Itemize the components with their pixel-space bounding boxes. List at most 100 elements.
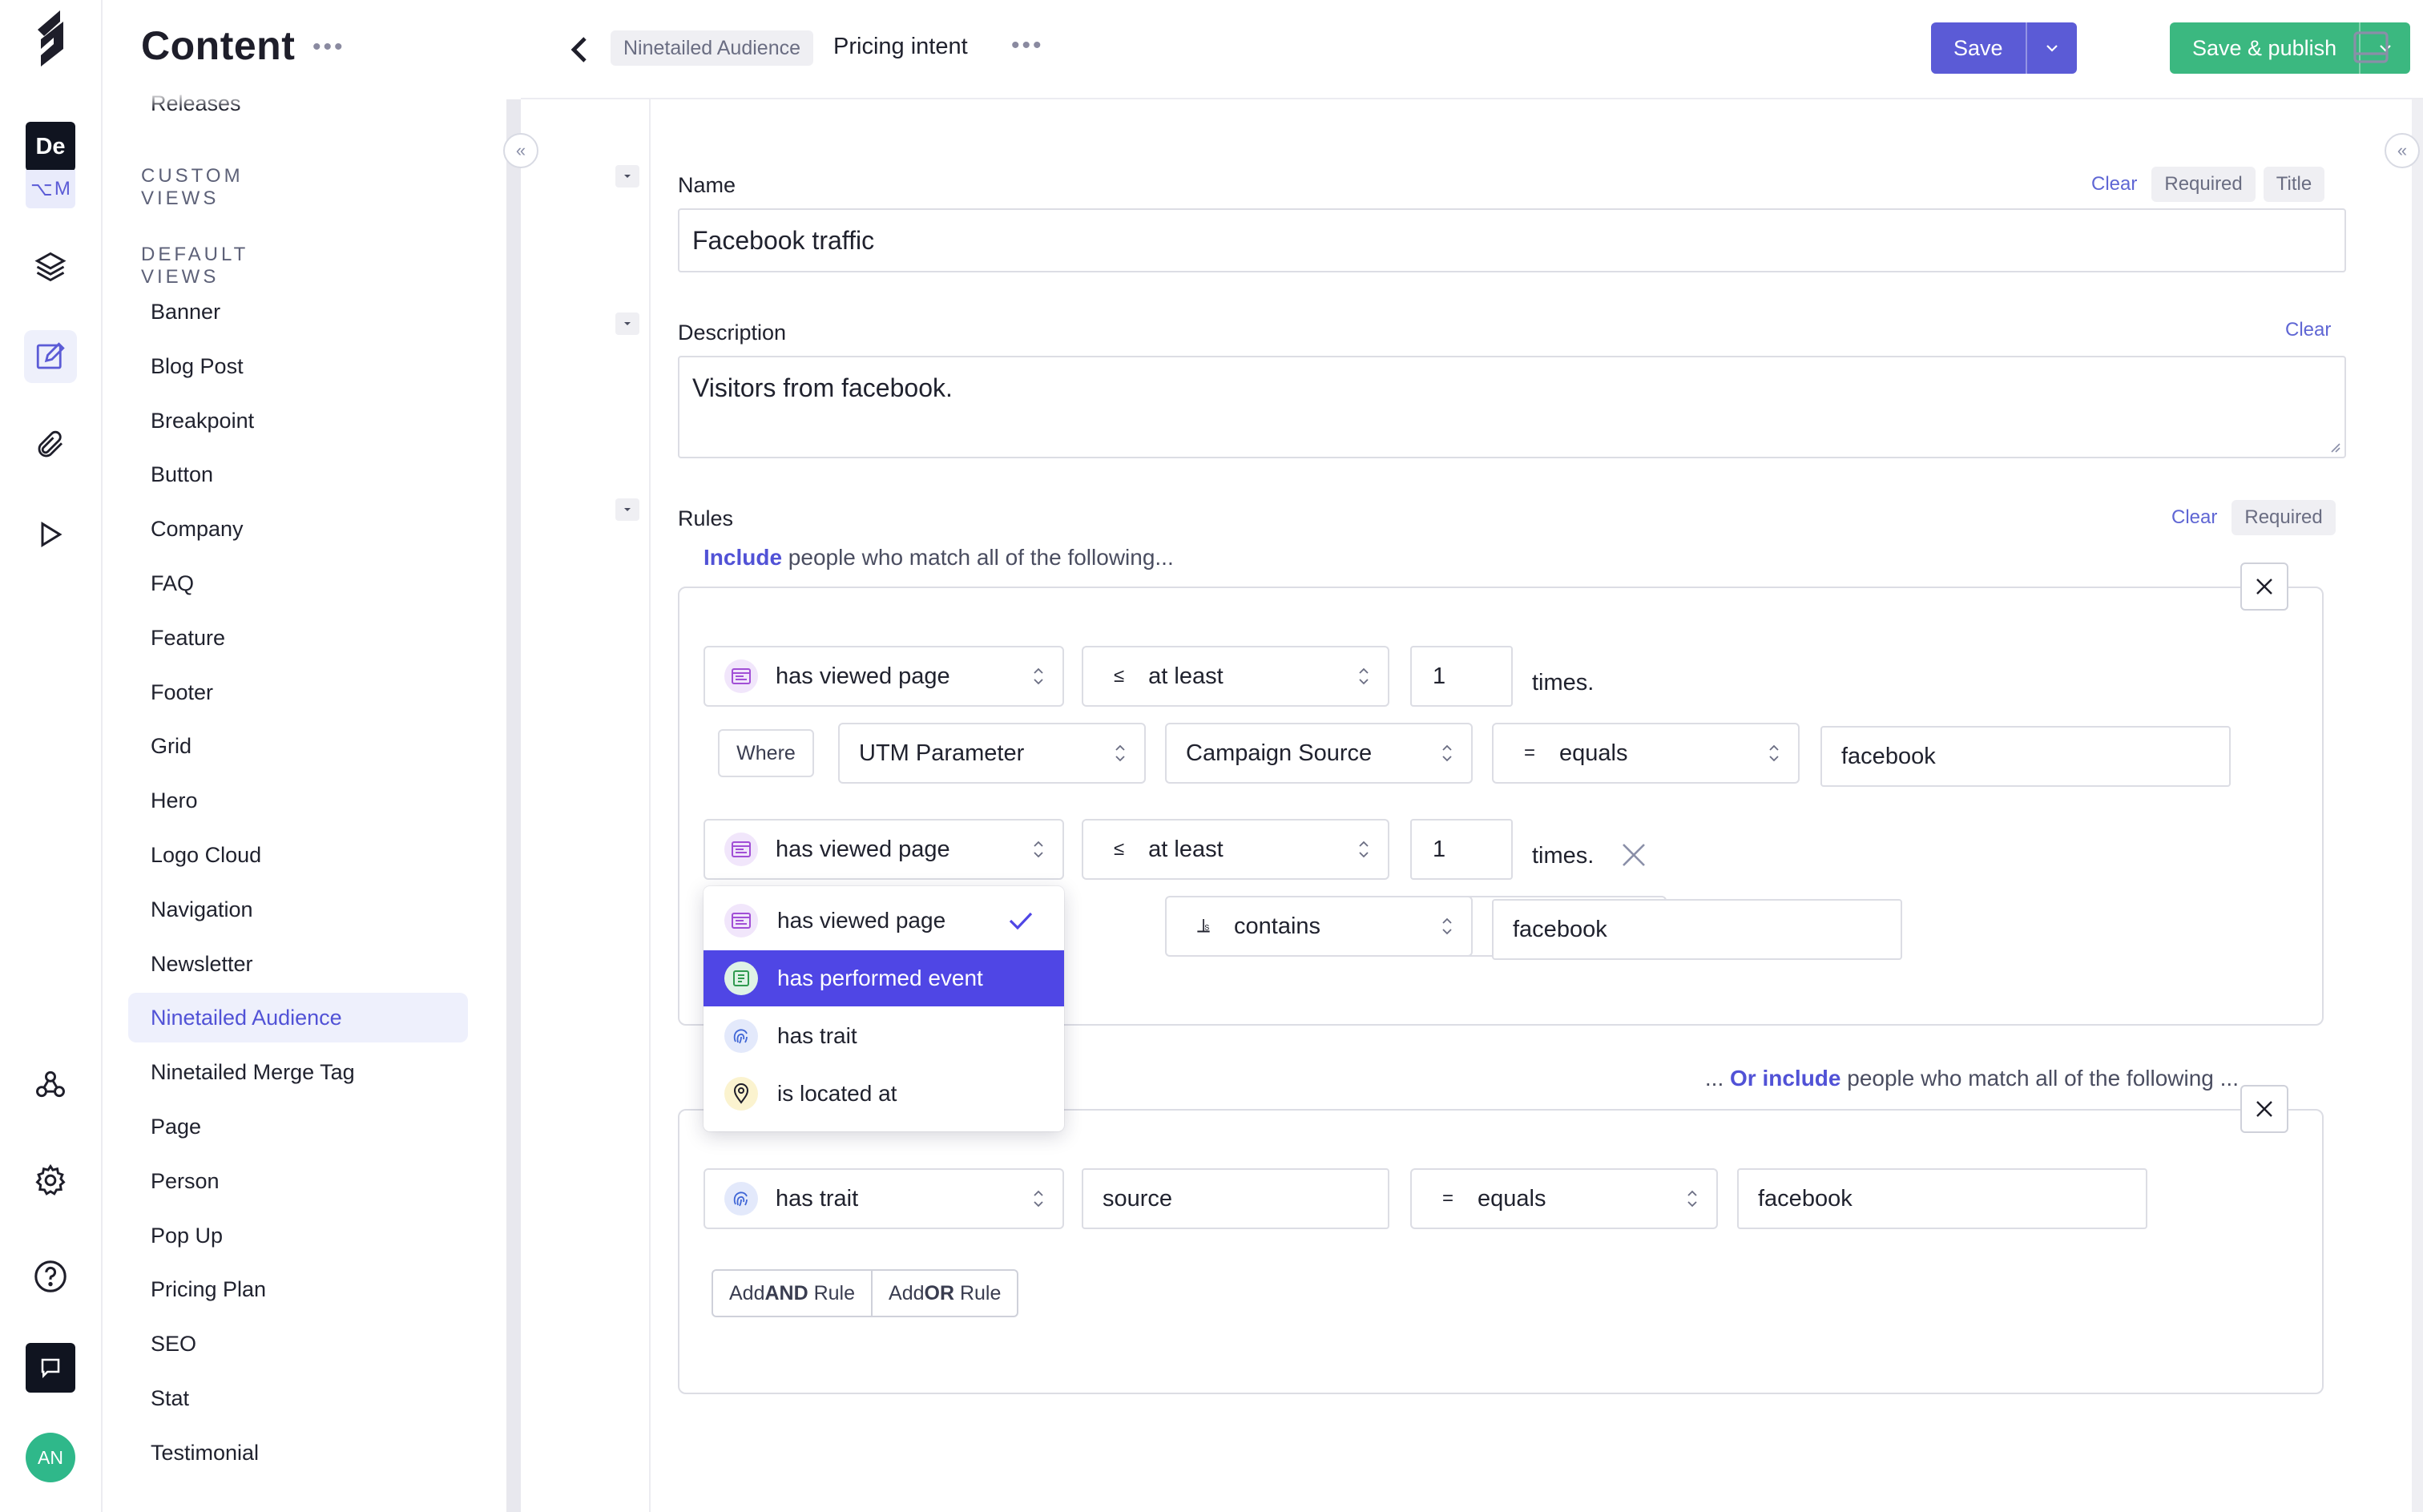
feedback-chat-icon[interactable] — [26, 1343, 75, 1393]
breadcrumb-content-type[interactable]: Ninetailed Audience — [611, 30, 813, 66]
select-arrows-icon — [1114, 743, 1127, 764]
sidebar-header: Content ••• — [103, 0, 506, 88]
description-field-actions: Clear — [2279, 314, 2337, 346]
collapse-field-name[interactable] — [615, 165, 639, 187]
match-value-input[interactable]: facebook — [1820, 726, 2231, 787]
workspace-badge[interactable]: De — [26, 122, 75, 171]
sidebar-item-pricing-plan[interactable]: Pricing Plan — [128, 1264, 468, 1314]
option-has-viewed-page[interactable]: has viewed page — [704, 893, 1064, 949]
fingerprint-icon — [724, 1182, 758, 1216]
fingerprint-icon — [724, 1019, 758, 1053]
resize-handle-icon[interactable] — [2328, 441, 2341, 454]
collapse-right-panel-button[interactable]: « — [2385, 133, 2420, 168]
settings-gear-icon[interactable] — [24, 1154, 77, 1207]
content-edit-icon[interactable] — [24, 330, 77, 383]
count-input[interactable]: 1 — [1410, 819, 1513, 880]
frequency-operator-select[interactable]: ≤ at least — [1082, 646, 1389, 707]
name-input[interactable]: Facebook traffic — [678, 208, 2346, 272]
rules-clear-button[interactable]: Clear — [2165, 502, 2223, 534]
sidebar-item-company[interactable]: Company — [128, 504, 468, 554]
add-or-rule-button[interactable]: Add OR Rule — [873, 1271, 1017, 1316]
trait-input[interactable]: source — [1082, 1168, 1389, 1229]
sidebar-item-hero[interactable]: Hero — [128, 776, 468, 825]
sidebar-item-faq[interactable]: FAQ — [128, 558, 468, 608]
sidebar-item-newsletter[interactable]: Newsletter — [128, 939, 468, 989]
sidebar-item-ninetailed-merge-tag[interactable]: Ninetailed Merge Tag — [128, 1047, 468, 1097]
match-value-input[interactable]: facebook — [1492, 899, 1902, 960]
caret-down-icon — [624, 508, 631, 511]
subproperty-select[interactable]: Campaign Source — [1165, 723, 1473, 784]
description-clear-button[interactable]: Clear — [2279, 314, 2337, 346]
back-button[interactable] — [559, 30, 598, 69]
match-operator-select[interactable]: ⫡ contains — [1165, 896, 1473, 957]
condition-select[interactable]: has viewed page — [704, 646, 1064, 707]
times-suffix: times. — [1532, 670, 1595, 696]
option-has-trait[interactable]: has trait — [704, 1008, 1064, 1064]
custom-views-heading: CUSTOM VIEWS — [141, 165, 244, 209]
content-model-icon[interactable] — [24, 240, 77, 293]
page-icon — [724, 904, 758, 937]
count-input[interactable]: 1 — [1410, 646, 1513, 707]
sidebar-item-person[interactable]: Person — [128, 1156, 468, 1206]
sidebar-item-footer[interactable]: Footer — [128, 667, 468, 717]
entry-title: Pricing intent — [833, 34, 968, 59]
match-value-input[interactable]: facebook — [1737, 1168, 2147, 1229]
sidebar-item-button[interactable]: Button — [128, 450, 468, 499]
save-and-publish-button[interactable]: Save & publish — [2170, 22, 2359, 74]
sidebar-item-seo[interactable]: SEO — [128, 1319, 468, 1369]
app-logo-icon[interactable] — [24, 10, 77, 67]
save-button[interactable]: Save — [1931, 22, 2026, 74]
toggle-sidebar-panel-button[interactable] — [2352, 30, 2389, 64]
sidebar-item-navigation[interactable]: Navigation — [128, 885, 468, 934]
event-icon — [724, 962, 758, 995]
editor-scrollbar[interactable] — [2412, 99, 2423, 1512]
sidebar-item-banner[interactable]: Banner — [128, 287, 468, 337]
sidebar-item-blog-post[interactable]: Blog Post — [128, 341, 468, 391]
remove-group-1-button[interactable] — [2240, 562, 2288, 611]
save-options-button[interactable] — [2025, 22, 2077, 74]
include-keyword: Include — [704, 545, 783, 570]
description-textarea[interactable]: Visitors from facebook. — [678, 356, 2346, 458]
user-avatar[interactable]: AN — [26, 1433, 75, 1482]
condition-select[interactable]: has trait — [704, 1168, 1064, 1229]
collapse-field-description[interactable] — [615, 312, 639, 335]
launch-play-icon[interactable] — [24, 508, 77, 561]
webhooks-icon[interactable] — [24, 1058, 77, 1111]
close-icon — [1623, 844, 1645, 866]
rules-field-actions: Clear Required — [2165, 500, 2336, 535]
remove-rule-button[interactable] — [1620, 841, 1647, 869]
sidebar-item-logo-cloud[interactable]: Logo Cloud — [128, 830, 468, 880]
environment-merge-badge[interactable]: ⌥ M — [26, 170, 75, 208]
sidebar-item-breakpoint[interactable]: Breakpoint — [128, 396, 468, 446]
match-operator-select[interactable]: = equals — [1410, 1168, 1718, 1229]
add-and-rule-button[interactable]: Add AND Rule — [713, 1271, 873, 1316]
sidebar-item-stat[interactable]: Stat — [128, 1373, 468, 1423]
option-has-performed-event[interactable]: has performed event — [704, 950, 1064, 1006]
sidebar-item-pop-up[interactable]: Pop Up — [128, 1211, 468, 1260]
select-arrows-icon — [1032, 666, 1045, 687]
sidebar-scrollbar[interactable] — [506, 99, 521, 1512]
sidebar-item-grid[interactable]: Grid — [128, 721, 468, 771]
frequency-operator-select[interactable]: ≤ at least — [1082, 819, 1389, 880]
collapse-field-rules[interactable] — [615, 498, 639, 521]
caret-down-icon — [624, 322, 631, 325]
name-clear-button[interactable]: Clear — [2085, 168, 2143, 200]
option-is-located-at[interactable]: is located at — [704, 1066, 1064, 1122]
sidebar-more-button[interactable]: ••• — [312, 34, 345, 61]
condition-select[interactable]: has viewed page — [704, 819, 1064, 880]
entry-more-button[interactable]: ••• — [1011, 32, 1044, 59]
page-icon — [724, 659, 758, 693]
match-operator-select[interactable]: = equals — [1492, 723, 1800, 784]
media-attachment-icon[interactable] — [24, 418, 77, 471]
help-question-icon[interactable] — [24, 1250, 77, 1303]
match-symbol: ⫡ — [1197, 915, 1211, 937]
sidebar-item-ninetailed-audience[interactable]: Ninetailed Audience — [128, 993, 468, 1042]
include-heading: Include people who match all of the foll… — [704, 545, 1174, 571]
sidebar-item-feature[interactable]: Feature — [128, 613, 468, 663]
page-icon — [724, 833, 758, 866]
property-select[interactable]: UTM Parameter — [838, 723, 1146, 784]
rules-field-label: Rules — [678, 506, 734, 530]
sidebar-item-page[interactable]: Page — [128, 1102, 468, 1151]
remove-group-2-button[interactable] — [2240, 1085, 2288, 1133]
sidebar-item-testimonial[interactable]: Testimonial — [128, 1428, 468, 1478]
